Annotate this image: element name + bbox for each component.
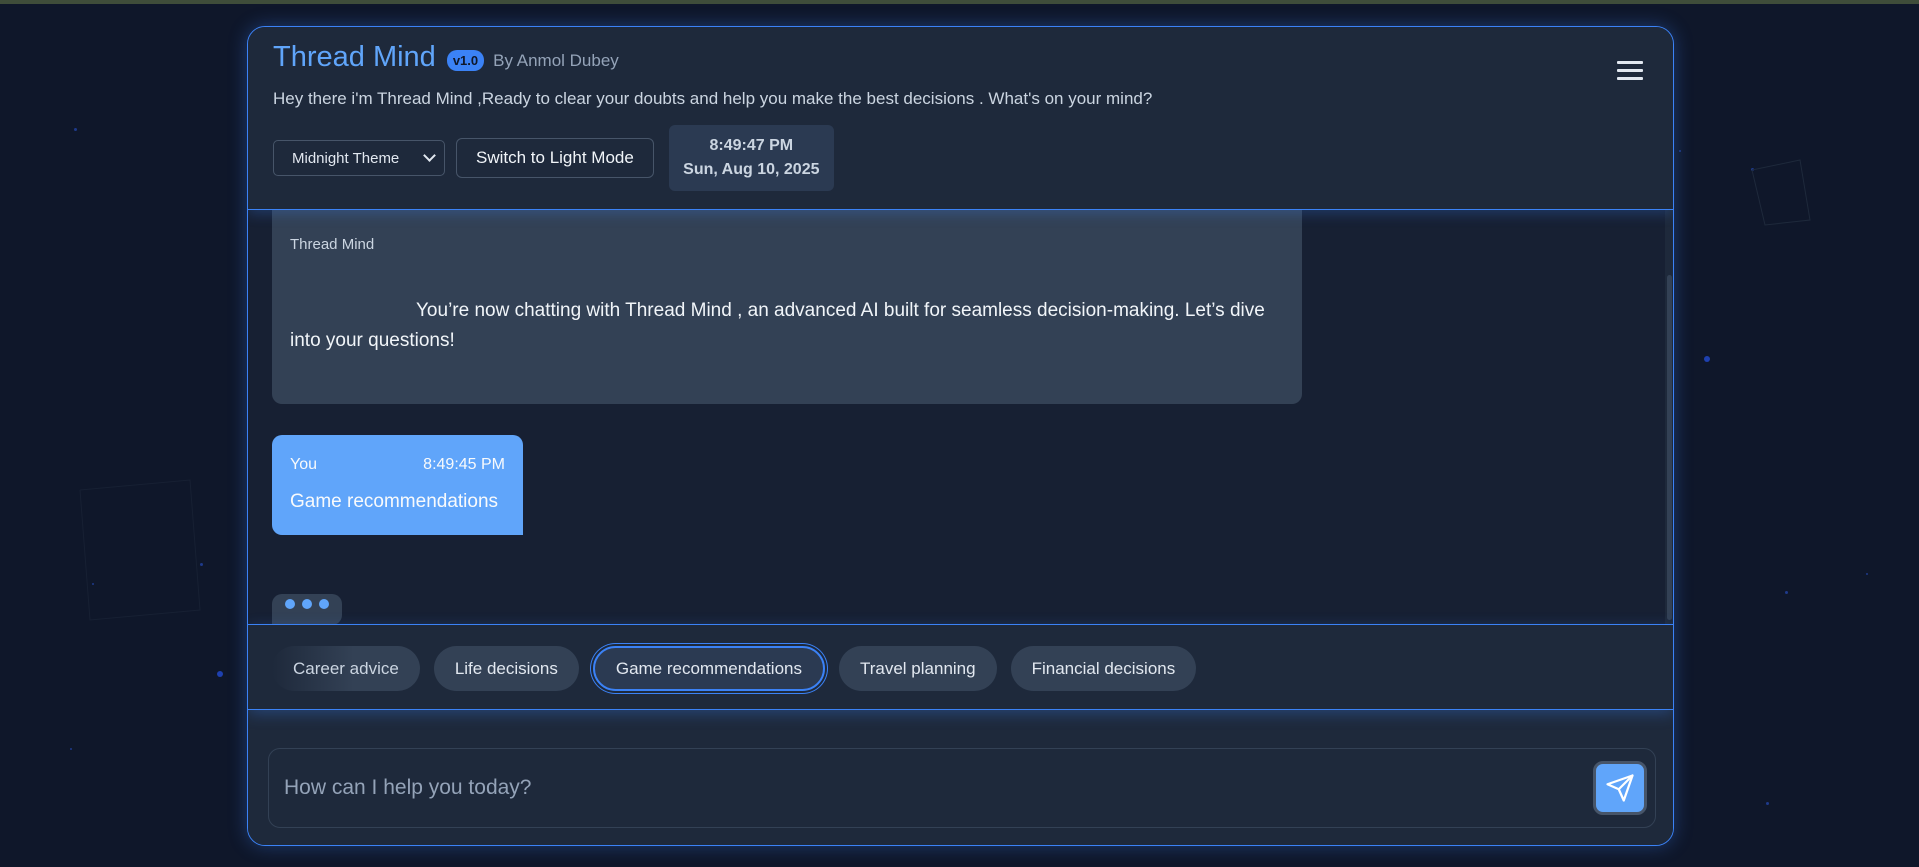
suggestion-fade <box>1593 625 1673 709</box>
clock-date: Sun, Aug 10, 2025 <box>683 161 820 178</box>
bot-message-sender: Thread Mind <box>290 236 375 253</box>
send-icon <box>1606 774 1634 802</box>
chat-app-window: Thread Mind v1.0 By Anmol Dubey Hey ther… <box>247 26 1674 846</box>
suggestion-chip-travel-planning[interactable]: Travel planning <box>838 646 997 691</box>
suggestion-chip-career-advice[interactable]: Career advice <box>272 646 420 691</box>
theme-select-value: Midnight Theme <box>292 149 400 167</box>
chevron-down-icon <box>423 149 436 162</box>
input-area <box>248 710 1673 845</box>
clock-widget: 8:49:47 PM Sun, Aug 10, 2025 <box>668 125 834 191</box>
bot-message: Thread Mind You’re now chatting with Thr… <box>272 210 1302 404</box>
user-message-sender: You <box>290 456 317 473</box>
chat-scrollbar[interactable] <box>1665 210 1673 624</box>
version-badge: v1.0 <box>446 49 485 71</box>
title-row: Thread Mind v1.0 By Anmol Dubey <box>273 41 619 74</box>
user-message-text: Game recommendations <box>290 491 499 512</box>
author-label: By Anmol Dubey <box>493 50 619 70</box>
message-input-box <box>268 748 1656 828</box>
typing-indicator <box>272 594 342 625</box>
app-header: Thread Mind v1.0 By Anmol Dubey Hey ther… <box>248 27 1673 210</box>
theme-select[interactable]: Midnight Theme <box>273 140 445 176</box>
typing-dot <box>302 598 312 609</box>
app-subtitle: Hey there i'm Thread Mind ,Ready to clea… <box>273 89 1153 108</box>
suggestion-bar: Career advice Life decisions Game recomm… <box>248 624 1673 710</box>
typing-dot <box>285 598 295 609</box>
light-mode-button[interactable]: Switch to Light Mode <box>456 138 654 178</box>
suggestion-chip-game-recommendations[interactable]: Game recommendations <box>592 646 825 691</box>
header-controls: Midnight Theme Switch to Light Mode 8:49… <box>273 125 834 191</box>
user-message: You 8:49:45 PM Game recommendations <box>272 435 523 535</box>
app-title: Thread Mind <box>273 41 436 73</box>
typing-dot <box>319 598 329 609</box>
suggestion-chips: Career advice Life decisions Game recomm… <box>272 646 1197 691</box>
message-input[interactable] <box>284 749 1574 827</box>
chat-messages-area[interactable]: Thread Mind You’re now chatting with Thr… <box>248 210 1673 625</box>
chat-scrollbar-thumb[interactable] <box>1667 275 1672 620</box>
bot-message-text: You’re now chatting with Thread Mind , a… <box>290 300 1265 351</box>
send-button[interactable] <box>1593 761 1647 815</box>
constellation-lines-left <box>79 479 201 621</box>
constellation-lines <box>1751 159 1811 226</box>
suggestion-chip-financial-decisions[interactable]: Financial decisions <box>1010 646 1197 691</box>
hamburger-icon[interactable] <box>1617 61 1643 81</box>
user-message-time: 8:49:45 PM <box>423 456 505 473</box>
clock-time: 8:49:47 PM <box>709 137 794 154</box>
suggestion-chip-life-decisions[interactable]: Life decisions <box>433 646 579 691</box>
